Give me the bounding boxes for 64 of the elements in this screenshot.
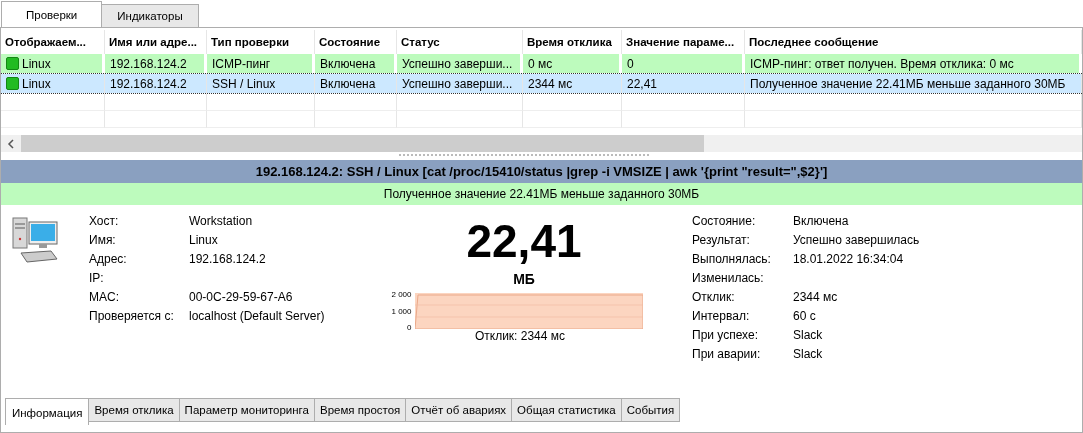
tab[interactable]: События: [620, 398, 681, 422]
field-label: Выполнялась:: [692, 252, 772, 268]
value-reading: 22,41: [466, 217, 582, 265]
field-label: Проверяется с:: [89, 309, 175, 325]
field-value: Включена: [793, 214, 850, 230]
field-label: При успехе:: [692, 328, 759, 344]
table-cell: Linux: [22, 56, 51, 71]
tab[interactable]: Параметр мониторинга: [178, 398, 315, 422]
field-value: Slack: [793, 328, 824, 344]
scroll-left-icon[interactable]: [7, 138, 15, 149]
tab[interactable]: Время простоя: [313, 398, 407, 422]
field-value: 00-0C-29-59-67-A6: [189, 290, 294, 306]
axis-label: 0: [407, 323, 412, 332]
table-cell: 2344 мс: [528, 76, 573, 91]
field-label: Результат:: [692, 233, 751, 249]
field-label: Хост:: [89, 214, 120, 230]
field-value: Workstation: [189, 214, 254, 230]
scrollbar-thumb[interactable]: [21, 135, 704, 152]
axis-label: 1 000: [391, 306, 412, 316]
tab[interactable]: Проверки: [1, 1, 103, 27]
field-label: MAC:: [89, 290, 120, 306]
tab[interactable]: Индикаторы: [101, 4, 199, 27]
chart-caption: Отклик: 2344 мс: [474, 329, 566, 343]
table-cell: 0: [627, 56, 634, 71]
field-value: 18.01.2022 16:34:04: [793, 252, 905, 268]
field-label: Изменилась:: [692, 271, 765, 287]
field-label: Состояние:: [692, 214, 757, 230]
table-cell: 22,41: [627, 76, 658, 91]
table-cell: 0 мс: [528, 56, 553, 71]
field-label: Отклик:: [692, 290, 736, 306]
tab[interactable]: Информация: [5, 398, 90, 425]
field-value: 60 с: [793, 309, 817, 325]
check-title: 192.168.124.2: SSH / Linux [cat /proc/15410/status |grep -i VMSIZE | awk '{print "result=",$2}']: [1, 160, 1082, 183]
field-value: localhost (Default Server): [189, 309, 326, 325]
table-cell: Linux: [22, 76, 51, 91]
table-cell: 192.168.124.2: [110, 76, 187, 91]
field-label: Адрес:: [89, 252, 128, 268]
field-value: Linux: [189, 233, 219, 249]
tab[interactable]: Общая статистика: [511, 398, 622, 422]
field-value: 2344 мс: [793, 290, 839, 306]
table-cell: SSH / Linux: [212, 76, 276, 91]
table-cell: Успешно заверши...: [402, 76, 513, 91]
table-cell: Включена: [320, 76, 376, 91]
table-cell: ICMP-пинг: [212, 56, 271, 71]
field-label: Имя:: [89, 233, 117, 249]
table-row[interactable]: Linux 192.168.124.2 SSH / Linux Включена Успешно заверши... 2344 мс 22,41 Полученное значение 22.41МБ меньше заданного 30МБ: [1, 73, 1082, 94]
field-label: Интервал:: [692, 309, 751, 325]
horizontal-scrollbar[interactable]: [1, 135, 1082, 152]
tab[interactable]: Время отклика: [88, 398, 180, 422]
table-cell: Успешно заверши...: [402, 56, 513, 71]
result-message: Полученное значение 22.41МБ меньше заданного 30МБ: [1, 183, 1082, 205]
axis-label: 2 000: [391, 290, 412, 299]
unit-label: МБ: [513, 271, 535, 287]
field-label: При аварии:: [692, 347, 762, 363]
computer-icon: [11, 215, 59, 263]
field-label: IP:: [89, 271, 105, 287]
table-cell: Полученное значение 22.41МБ меньше заданного 30МБ: [750, 76, 1066, 91]
field-value: 192.168.124.2: [189, 252, 267, 268]
table-cell: ICMP-пинг: ответ получен. Время отклика: 0 мс: [750, 56, 1014, 71]
field-value: Slack: [793, 347, 824, 363]
table-cell: Включена: [320, 56, 376, 71]
field-value: Успешно завершилась: [793, 233, 921, 249]
tab[interactable]: Отчёт об авариях: [405, 398, 513, 422]
table-cell: 192.168.124.2: [110, 56, 187, 71]
